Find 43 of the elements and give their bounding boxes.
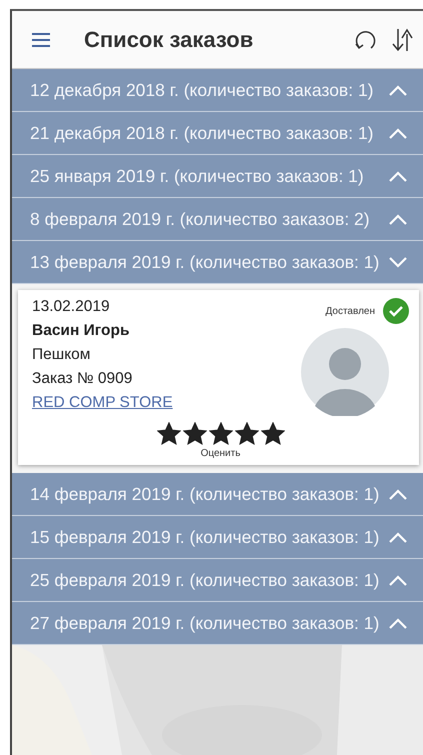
- delivery-method: Пешком: [32, 346, 92, 364]
- order-date: 13.02.2019: [32, 298, 111, 316]
- store-link[interactable]: RED COMP STORE: [32, 394, 289, 412]
- date-group-header[interactable]: 25 января 2019 г. (количество заказов: 1): [12, 155, 423, 198]
- date-group-header[interactable]: 14 февраля 2019 г. (количество заказов: 1): [12, 473, 423, 516]
- chevron-icon[interactable]: [389, 256, 407, 268]
- chevron-icon[interactable]: [389, 532, 407, 542]
- chevron-icon[interactable]: [389, 488, 407, 500]
- rate-label: Оценить: [200, 448, 240, 459]
- date-group-header[interactable]: 25 февраля 2019 г. (количество заказов: 1): [12, 559, 423, 602]
- date-group-header[interactable]: 12 декабря 2018 г. (количество заказов: 1): [12, 69, 423, 112]
- date-group-label: 14 февраля 2019 г. (количество заказов: 1): [30, 484, 380, 504]
- date-group-header[interactable]: 27 февраля 2019 г. (количество заказов: 1): [12, 602, 423, 645]
- star-rating[interactable]: [156, 422, 284, 446]
- date-group-header[interactable]: 13 февраля 2019 г. (количество заказов: 1): [12, 241, 423, 284]
- date-group-label: 13 февраля 2019 г. (количество заказов: 1): [30, 252, 380, 272]
- order-number: Заказ № 0909: [32, 370, 134, 388]
- star-icon[interactable]: [260, 422, 284, 446]
- star-icon[interactable]: [156, 422, 180, 446]
- date-group-label: 8 февраля 2019 г. (количество заказов: 2): [30, 208, 371, 230]
- chevron-icon[interactable]: [389, 214, 407, 224]
- star-icon[interactable]: [234, 422, 258, 446]
- date-group-label: 25 января 2019 г. (количество заказов: 1): [30, 166, 365, 186]
- sort-icon[interactable]: [391, 26, 415, 52]
- status-label: Доставлен: [326, 306, 375, 316]
- date-group-header[interactable]: 15 февраля 2019 г. (количество заказов: 1): [12, 516, 423, 559]
- menu-icon[interactable]: [32, 32, 50, 46]
- chevron-icon[interactable]: [389, 574, 407, 586]
- date-group-label: 21 декабря 2018 г. (количество заказов: 1): [30, 122, 375, 144]
- date-group-header[interactable]: 8 февраля 2019 г. (количество заказов: 2): [12, 198, 423, 241]
- chevron-icon[interactable]: [389, 170, 407, 182]
- date-group-label: 15 февраля 2019 г. (количество заказов: 1): [30, 526, 380, 548]
- date-group-label: 25 февраля 2019 г. (количество заказов: 1): [30, 570, 380, 590]
- date-group-label: 27 февраля 2019 г. (количество заказов: 1): [30, 612, 380, 634]
- chevron-icon[interactable]: [389, 128, 407, 138]
- star-icon[interactable]: [182, 422, 206, 446]
- date-group-header[interactable]: 21 декабря 2018 г. (количество заказов: 1): [12, 112, 423, 155]
- chevron-icon[interactable]: [389, 84, 407, 96]
- date-group-label: 12 декабря 2018 г. (количество заказов: 1): [30, 80, 375, 100]
- chevron-icon[interactable]: [389, 618, 407, 628]
- customer-name: Васин Игорь: [32, 322, 130, 340]
- star-icon[interactable]: [208, 422, 232, 446]
- screen-title: Список заказов: [84, 26, 254, 52]
